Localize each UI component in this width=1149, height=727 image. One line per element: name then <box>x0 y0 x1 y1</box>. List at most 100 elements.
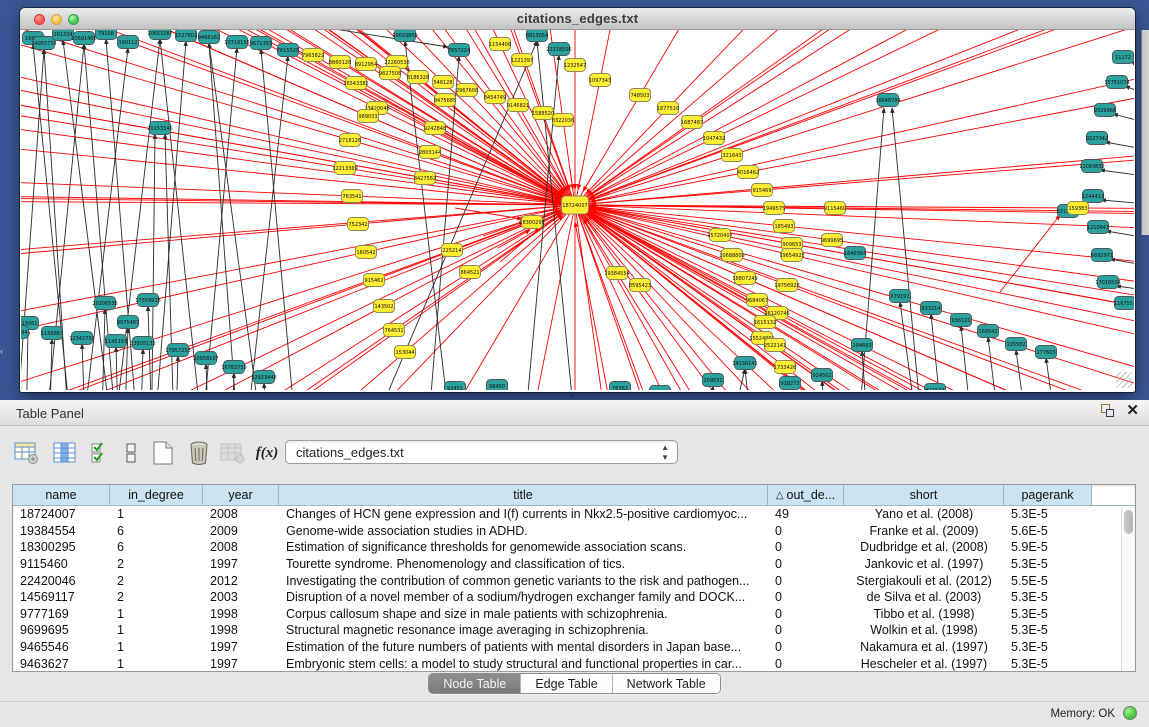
table-cell[interactable]: 2 <box>110 590 203 604</box>
tab-network-table[interactable]: Network Table <box>613 674 720 693</box>
panel-collapse-handle[interactable]: ‹ <box>0 344 8 358</box>
table-cell[interactable]: 0 <box>768 640 844 654</box>
table-row[interactable]: 977716911998Corpus callosum shape and si… <box>13 606 1135 623</box>
new-column-button[interactable] <box>148 438 178 468</box>
table-cell[interactable]: 5.3E-5 <box>1004 607 1092 621</box>
table-cell[interactable]: 2012 <box>203 574 279 588</box>
column-header-short[interactable]: short <box>844 485 1004 505</box>
table-row[interactable]: 1872400712008Changes of HCN gene express… <box>13 506 1135 523</box>
table-cell[interactable]: 0 <box>768 557 844 571</box>
table-cell[interactable]: 1 <box>110 507 203 521</box>
table-cell[interactable]: 0 <box>768 607 844 621</box>
table-cell[interactable]: de Silva et al. (2003) <box>844 590 1004 604</box>
table-cell[interactable]: Nakamura et al. (1997) <box>844 640 1004 654</box>
table-cell[interactable]: 0 <box>768 623 844 637</box>
table-cell[interactable]: 9777169 <box>13 607 110 621</box>
table-cell[interactable]: Franke et al. (2009) <box>844 524 1004 538</box>
table-cell[interactable]: 5.6E-5 <box>1004 524 1092 538</box>
table-row[interactable]: 1456911722003Disruption of a novel membe… <box>13 589 1135 606</box>
table-cell[interactable]: 5.5E-5 <box>1004 574 1092 588</box>
column-header-name[interactable]: name <box>13 485 110 505</box>
table-cell[interactable]: 1998 <box>203 607 279 621</box>
table-cell[interactable]: 2008 <box>203 540 279 554</box>
table-row[interactable]: 946362711997Embryonic stem cells: a mode… <box>13 655 1135 672</box>
table-cell[interactable]: 1997 <box>203 657 279 671</box>
table-cell[interactable]: Yano et al. (2008) <box>844 507 1004 521</box>
table-cell[interactable]: 1 <box>110 640 203 654</box>
table-cell[interactable]: 1 <box>110 623 203 637</box>
table-row[interactable]: 2242004622012Investigating the contribut… <box>13 572 1135 589</box>
table-cell[interactable]: 9465546 <box>13 640 110 654</box>
table-cell[interactable]: 14569117 <box>13 590 110 604</box>
table-cell[interactable]: Stergiakouli et al. (2012) <box>844 574 1004 588</box>
table-cell[interactable]: 5.3E-5 <box>1004 557 1092 571</box>
function-builder-button[interactable]: f(x) <box>252 438 282 468</box>
table-cell[interactable]: 5.3E-5 <box>1004 640 1092 654</box>
show-columns-button[interactable] <box>50 438 80 468</box>
table-cell[interactable]: 1 <box>110 607 203 621</box>
table-row[interactable]: 911546021997Tourette syndrome. Phenomeno… <box>13 556 1135 573</box>
select-columns-button[interactable] <box>86 438 116 468</box>
table-selector-dropdown[interactable]: citations_edges.txt ▲▼ <box>285 440 678 464</box>
table-row[interactable]: 946554611997Estimation of the future num… <box>13 639 1135 656</box>
table-cell[interactable]: Hescheler et al. (1997) <box>844 657 1004 671</box>
table-cell[interactable]: 9115460 <box>13 557 110 571</box>
table-row[interactable]: 969969511998Structural magnetic resonanc… <box>13 622 1135 639</box>
window-resize-grip[interactable] <box>1116 372 1132 388</box>
network-graph[interactable]: 1699614055724201334206914067915819011210… <box>21 30 1134 390</box>
table-cell[interactable]: 2008 <box>203 507 279 521</box>
table-cell[interactable]: 5.3E-5 <box>1004 507 1092 521</box>
table-cell[interactable]: 2 <box>110 574 203 588</box>
table-cell[interactable]: 9463627 <box>13 657 110 671</box>
table-cell[interactable]: 19384554 <box>13 524 110 538</box>
table-cell[interactable]: Estimation of significance thresholds fo… <box>279 540 768 554</box>
delete-column-button[interactable] <box>184 438 214 468</box>
table-cell[interactable]: 0 <box>768 590 844 604</box>
table-cell[interactable]: Estimation of the future numbers of pati… <box>279 640 768 654</box>
table-cell[interactable]: 1997 <box>203 640 279 654</box>
close-panel-icon[interactable]: ✕ <box>1126 403 1139 419</box>
table-scrollbar[interactable] <box>1121 507 1134 671</box>
table-cell[interactable]: 0 <box>768 524 844 538</box>
table-cell[interactable]: 2 <box>110 557 203 571</box>
table-cell[interactable]: Dudbridge et al. (2008) <box>844 540 1004 554</box>
table-cell[interactable]: 1997 <box>203 557 279 571</box>
network-canvas[interactable]: 1699614055724201334206914067915819011210… <box>21 30 1134 390</box>
table-cell[interactable]: Structural magnetic resonance image aver… <box>279 623 768 637</box>
table-cell[interactable]: Tourette syndrome. Phenomenology and cla… <box>279 557 768 571</box>
row-height-button[interactable] <box>116 438 146 468</box>
column-header-out-de-[interactable]: △out_de... <box>768 485 844 505</box>
column-header-in-degree[interactable]: in_degree <box>110 485 203 505</box>
table-cell[interactable]: Tibbo et al. (1998) <box>844 607 1004 621</box>
table-cell[interactable]: Corpus callosum shape and size in male p… <box>279 607 768 621</box>
table-cell[interactable]: 0 <box>768 540 844 554</box>
table-row[interactable]: 1830029562008Estimation of significance … <box>13 539 1135 556</box>
tab-edge-table[interactable]: Edge Table <box>521 674 612 693</box>
table-cell[interactable]: 5.3E-5 <box>1004 623 1092 637</box>
table-cell[interactable]: Disruption of a novel member of a sodium… <box>279 590 768 604</box>
table-cell[interactable]: 5.3E-5 <box>1004 590 1092 604</box>
table-cell[interactable]: 18300295 <box>13 540 110 554</box>
table-row[interactable]: 1938455462009Genome-wide association stu… <box>13 523 1135 540</box>
column-header-title[interactable]: title <box>279 485 768 505</box>
table-cell[interactable]: 22420046 <box>13 574 110 588</box>
network-window[interactable]: citations_edges.txt 16996140557242013342… <box>20 8 1135 392</box>
network-window-titlebar[interactable]: citations_edges.txt <box>20 8 1135 30</box>
tab-node-table[interactable]: Node Table <box>429 674 521 693</box>
table-cell[interactable]: Genome-wide association studies in ADHD. <box>279 524 768 538</box>
table-cell[interactable]: 5.3E-5 <box>1004 657 1092 671</box>
table-cell[interactable]: 6 <box>110 540 203 554</box>
table-cell[interactable]: 0 <box>768 574 844 588</box>
table-cell[interactable]: Embryonic stem cells: a model to study s… <box>279 657 768 671</box>
table-cell[interactable]: Wolkin et al. (1998) <box>844 623 1004 637</box>
table-cell[interactable]: 2003 <box>203 590 279 604</box>
table-cell[interactable]: 6 <box>110 524 203 538</box>
table-cell[interactable]: 0 <box>768 657 844 671</box>
table-cell[interactable]: 1998 <box>203 623 279 637</box>
column-header-pagerank[interactable]: pagerank <box>1004 485 1092 505</box>
column-header-year[interactable]: year <box>203 485 279 505</box>
table-cell[interactable]: 1 <box>110 657 203 671</box>
table-cell[interactable]: 5.9E-5 <box>1004 540 1092 554</box>
float-window-icon[interactable] <box>1100 403 1116 419</box>
table-mode-button[interactable] <box>12 438 42 468</box>
